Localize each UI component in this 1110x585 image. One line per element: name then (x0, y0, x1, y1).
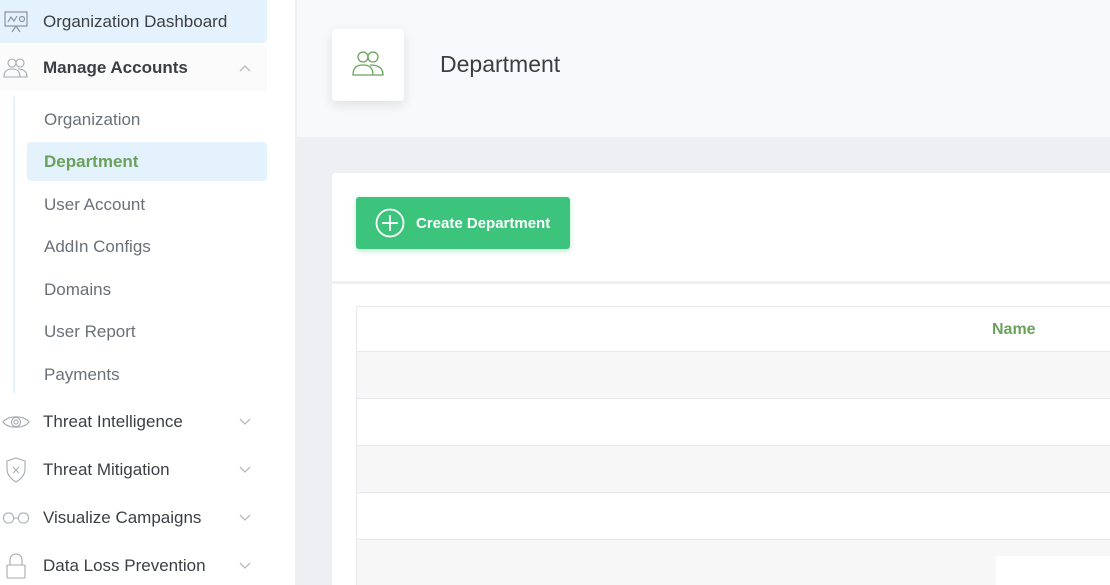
sidebar-subitem-label: Payments (44, 364, 120, 384)
page-icon-box (332, 29, 404, 101)
sidebar-item-label: Manage Accounts (43, 58, 188, 77)
lock-icon (2, 552, 30, 580)
presentation-board-icon (2, 8, 30, 36)
sidebar-item-threat-intelligence[interactable]: Threat Intelligence (0, 400, 267, 444)
table-header: Name (357, 307, 1110, 352)
sidebar-subitem-label: User Account (44, 194, 146, 214)
toolbar-card: Create Department (332, 173, 1110, 281)
sidebar-item-label: Threat Intelligence (43, 412, 183, 431)
sidebar-item-visualize-campaigns[interactable]: Visualize Campaigns (0, 496, 267, 540)
users-icon (2, 54, 30, 82)
eye-icon (2, 408, 30, 436)
sidebar-subitem-user-report[interactable]: User Report (27, 312, 267, 351)
sidebar-subitem-domains[interactable]: Domains (27, 270, 267, 309)
chevron-down-icon[interactable] (238, 511, 252, 525)
column-header-name[interactable]: Name (992, 321, 1036, 339)
page-header: Department (297, 0, 1110, 137)
sidebar-item-data-loss-prevention[interactable]: Data Loss Prevention (0, 544, 267, 585)
sidebar-item-organization-dashboard[interactable]: Organization Dashboard (0, 0, 267, 44)
sidebar-subitem-label: Department (44, 151, 139, 171)
sidebar-item-label: Data Loss Prevention (43, 556, 206, 575)
sidebar-item-label: Visualize Campaigns (43, 508, 202, 527)
sidebar-subitem-label: User Report (44, 321, 136, 341)
sidebar-item-threat-mitigation[interactable]: Threat Mitigation (0, 448, 267, 492)
table-card: Name (332, 284, 1110, 585)
page-title: Department (440, 51, 561, 77)
sidebar-subitem-label: Domains (44, 279, 112, 299)
table-row[interactable] (357, 352, 1110, 399)
sidebar-subitem-organization[interactable]: Organization (27, 100, 267, 139)
chevron-up-icon[interactable] (238, 61, 252, 75)
chevron-down-icon[interactable] (238, 559, 252, 573)
sidebar-item-manage-accounts[interactable]: Manage Accounts (0, 46, 267, 90)
users-icon (350, 48, 386, 83)
sidebar-subitem-user-account[interactable]: User Account (27, 185, 267, 224)
sidebar-subitem-payments[interactable]: Payments (27, 355, 267, 394)
chevron-down-icon[interactable] (238, 463, 252, 477)
create-department-label: Create Department (416, 214, 551, 232)
sidebar-item-label: Threat Mitigation (43, 460, 170, 479)
sidebar: Organization Dashboard Manage Accounts O… (0, 0, 296, 585)
sidebar-item-label: Organization Dashboard (43, 12, 228, 31)
overlay-patch (996, 556, 1110, 585)
sidebar-subitem-label: Organization (44, 109, 141, 129)
submenu-guide-line (13, 96, 15, 393)
glasses-icon (2, 504, 30, 532)
department-table: Name (356, 306, 1110, 585)
table-row[interactable] (357, 399, 1110, 446)
table-row[interactable] (357, 493, 1110, 540)
chevron-down-icon[interactable] (238, 415, 252, 429)
table-row[interactable] (357, 446, 1110, 493)
shield-x-icon (2, 456, 30, 484)
sidebar-subitem-label: AddIn Configs (44, 236, 151, 256)
plus-circle-icon (375, 208, 405, 238)
create-department-button[interactable]: Create Department (356, 197, 570, 249)
sidebar-subitem-addin-configs[interactable]: AddIn Configs (27, 227, 267, 266)
sidebar-subitem-department[interactable]: Department (27, 142, 267, 181)
